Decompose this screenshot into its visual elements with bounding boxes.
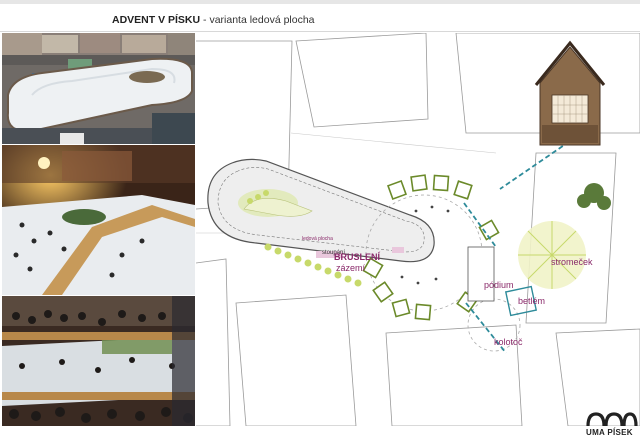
page-title-subtitle: - varianta ledová plocha xyxy=(200,14,315,26)
nativity-label: betlém xyxy=(518,296,546,306)
site-plan xyxy=(196,33,640,426)
tree-top-right xyxy=(577,183,611,210)
carousel-label: kolotoč xyxy=(494,337,523,347)
service-label: zázemí xyxy=(336,263,366,273)
aerial-rink-photo xyxy=(2,33,195,144)
page-title-main: ADVENT V PÍSKU xyxy=(112,14,201,26)
page-title: ADVENT V PÍSKU - varianta ledová plocha xyxy=(112,14,315,26)
crowd-rink-photo xyxy=(2,296,195,426)
ice-rink-shape xyxy=(207,158,435,263)
night-rink-photo xyxy=(2,145,195,295)
brand-name: UMA PÍSEK xyxy=(586,428,633,437)
tree-label: stromeček xyxy=(551,257,593,267)
hut-illustration xyxy=(534,40,606,146)
title-bar: ADVENT V PÍSKU - varianta ledová plocha xyxy=(0,4,640,32)
stage-outline xyxy=(467,246,495,302)
skating-label: BRUSLENÍ xyxy=(334,252,381,262)
stage-label: pódium xyxy=(484,280,514,290)
rink-area-label: ledová plocha xyxy=(302,236,333,242)
christmas-tree-symbol xyxy=(518,221,586,289)
